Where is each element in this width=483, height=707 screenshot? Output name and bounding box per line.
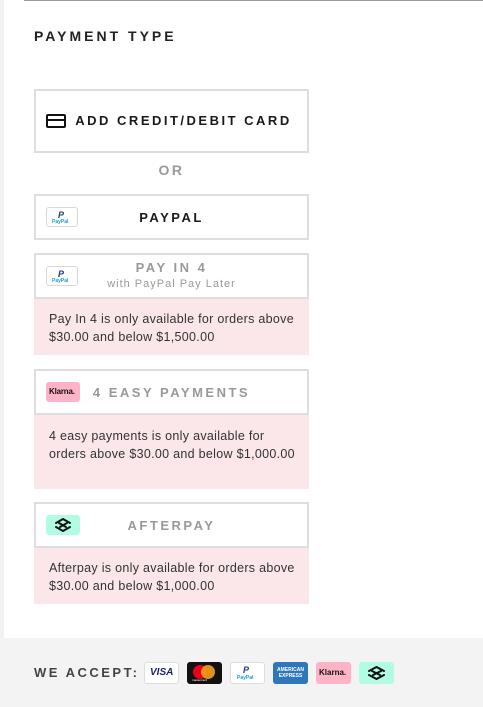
- visa-logo-text: VISA: [150, 667, 174, 678]
- afterpay-icon: [46, 515, 80, 535]
- pay-in-4-label: PAY IN 4: [135, 260, 208, 275]
- top-divider: [24, 0, 483, 1]
- klarna-badge-text: Klarna.: [49, 387, 75, 396]
- paypal-badge-word: PayPal: [52, 278, 69, 284]
- payment-logos: VISA mastercard P PayPal AMERICAN EXPRES…: [144, 662, 394, 684]
- paypal-icon: P PayPal: [46, 207, 78, 227]
- mastercard-logo-text: mastercard: [192, 678, 208, 682]
- add-card-button[interactable]: ADD CREDIT/DEBIT CARD: [34, 89, 309, 153]
- pay-in-4-message: Pay In 4 is only available for orders ab…: [34, 299, 309, 355]
- klarna-message: 4 easy payments is only available for or…: [34, 415, 309, 489]
- credit-card-icon: [46, 114, 66, 128]
- add-card-label: ADD CREDIT/DEBIT CARD: [75, 113, 292, 128]
- klarna-icon: Klarna.: [46, 382, 80, 402]
- afterpay-message: Afterpay is only available for orders ab…: [34, 548, 309, 604]
- afterpay-logo-icon: [359, 662, 394, 684]
- paypal-logo-letter: P: [243, 665, 250, 675]
- afterpay-button[interactable]: AFTERPAY: [34, 502, 309, 548]
- or-divider: OR: [158, 162, 185, 178]
- amex-logo-icon: AMERICAN EXPRESS: [273, 662, 308, 684]
- klarna-button[interactable]: Klarna. 4 EASY PAYMENTS: [34, 369, 309, 415]
- pay-in-4-button[interactable]: P PayPal PAY IN 4 with PayPal Pay Later: [34, 253, 309, 299]
- paypal-badge-word: PayPal: [52, 219, 69, 225]
- klarna-logo-text: Klarna.: [319, 668, 347, 677]
- amex-logo-text: AMERICAN EXPRESS: [277, 667, 304, 679]
- visa-logo-icon: VISA: [144, 662, 179, 684]
- section-title: PAYMENT TYPE: [34, 28, 177, 44]
- we-accept-label: WE ACCEPT:: [34, 665, 140, 680]
- paypal-logo-icon: P PayPal: [230, 662, 265, 684]
- paypal-button[interactable]: P PayPal PAYPAL: [34, 194, 309, 240]
- paypal-logo-word: PayPal: [237, 675, 254, 681]
- paypal-icon: P PayPal: [46, 266, 78, 286]
- left-rail: [0, 0, 4, 638]
- mastercard-logo-icon: mastercard: [187, 662, 222, 684]
- klarna-logo-icon: Klarna.: [316, 662, 351, 684]
- accepted-payments-footer: WE ACCEPT: VISA mastercard P PayPal AMER…: [0, 638, 483, 707]
